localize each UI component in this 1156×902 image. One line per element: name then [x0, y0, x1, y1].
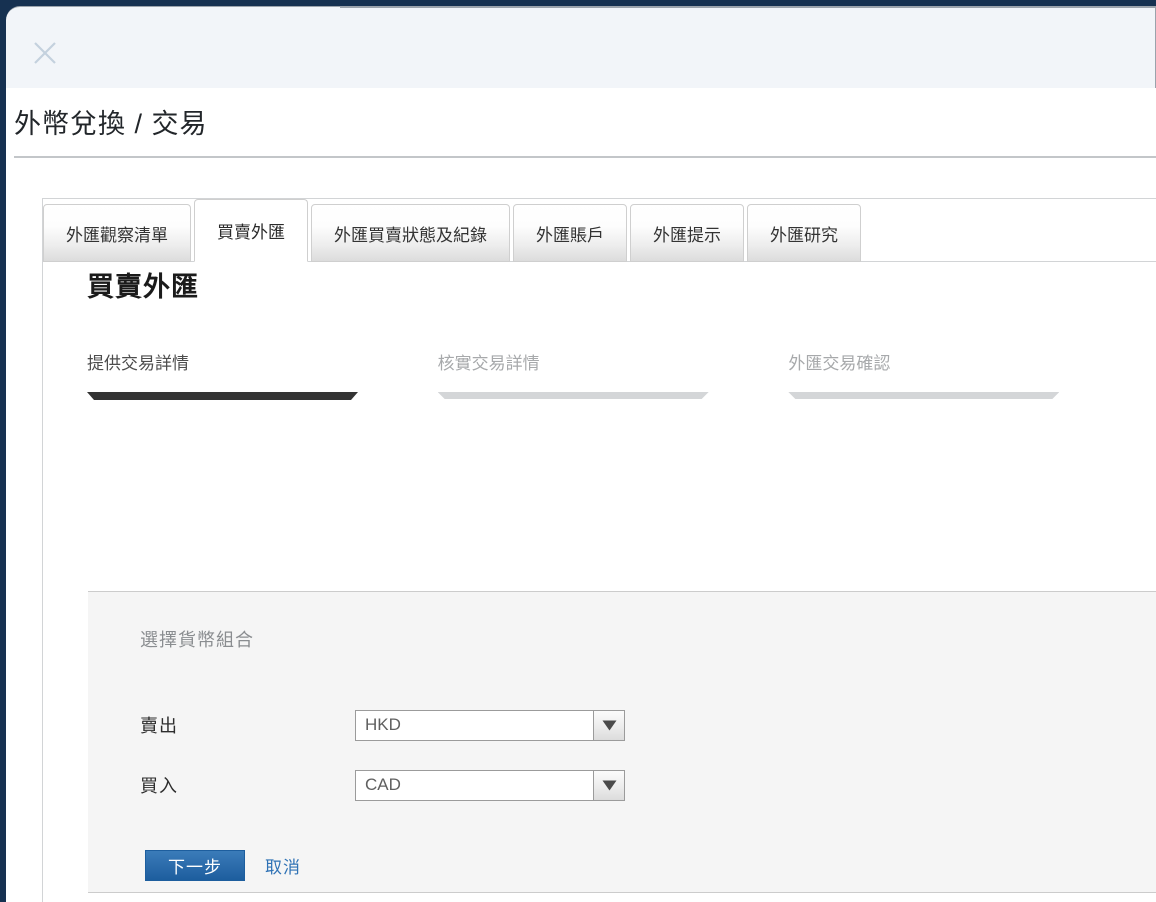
form-row-sell: 賣出 HKD — [140, 709, 625, 741]
step-progress-bar — [438, 392, 709, 399]
tab-label: 外匯賬戶 — [536, 225, 604, 245]
page-body: 外幣兌換 / 交易 外匯觀察清單 買賣外匯 外匯買賣狀態及紀錄 外匯賬戶 外匯提… — [6, 88, 1156, 902]
tab-fx-trade[interactable]: 買賣外匯 — [194, 199, 308, 262]
tab-fx-accounts[interactable]: 外匯賬戶 — [513, 204, 627, 262]
buy-currency-select[interactable]: CAD — [355, 769, 625, 801]
tab-fx-alerts[interactable]: 外匯提示 — [630, 204, 744, 262]
application-window: 外幣兌換 / 交易 外匯觀察清單 買賣外匯 外匯買賣狀態及紀錄 外匯賬戶 外匯提… — [0, 0, 1156, 902]
step-label: 提供交易詳情 — [87, 354, 189, 373]
sell-currency-select[interactable]: HKD — [355, 709, 625, 741]
tab-label: 買賣外匯 — [217, 223, 285, 242]
step-progress-bar — [788, 392, 1059, 399]
section-heading: 買賣外匯 — [87, 272, 199, 302]
step-verify-details: 核實交易詳情 — [437, 349, 789, 400]
step-progress-bar — [87, 392, 358, 400]
form-actions: 下一步 取消 — [145, 850, 301, 881]
step-confirmation: 外匯交易確認 — [788, 349, 1139, 400]
form-section-title: 選擇貨幣組合 — [140, 630, 254, 650]
tab-label: 外匯研究 — [770, 225, 838, 245]
currency-pair-form: 選擇貨幣組合 賣出 HKD 買入 CAD 下一步 取消 — [88, 591, 1156, 893]
step-provide-details: 提供交易詳情 — [87, 349, 438, 400]
tab-fx-research[interactable]: 外匯研究 — [747, 204, 861, 262]
form-row-buy: 買入 CAD — [140, 769, 625, 801]
title-divider — [14, 156, 1156, 158]
chevron-down-icon[interactable] — [593, 710, 624, 740]
step-label: 核實交易詳情 — [437, 354, 540, 373]
cancel-link[interactable]: 取消 — [265, 853, 301, 878]
close-icon[interactable] — [32, 40, 58, 66]
tab-bar: 外匯觀察清單 買賣外匯 外匯買賣狀態及紀錄 外匯賬戶 外匯提示 外匯研究 — [43, 199, 1156, 262]
buy-label: 買入 — [140, 776, 178, 796]
sell-currency-value: HKD — [356, 710, 593, 740]
progress-stepper: 提供交易詳情 核實交易詳情 外匯交易確認 — [87, 349, 1139, 400]
content-panel: 外匯觀察清單 買賣外匯 外匯買賣狀態及紀錄 外匯賬戶 外匯提示 外匯研究 買賣外… — [42, 198, 1156, 902]
page-title: 外幣兌換 / 交易 — [14, 109, 208, 139]
window-header-bar — [6, 6, 1156, 88]
tab-fx-order-status-history[interactable]: 外匯買賣狀態及紀錄 — [311, 204, 510, 262]
tab-fx-watchlist[interactable]: 外匯觀察清單 — [43, 204, 191, 262]
chevron-down-icon[interactable] — [593, 770, 624, 800]
next-step-button[interactable]: 下一步 — [145, 850, 245, 881]
tab-label: 外匯觀察清單 — [66, 225, 168, 245]
tab-label: 外匯買賣狀態及紀錄 — [334, 225, 487, 245]
step-label: 外匯交易確認 — [788, 354, 891, 373]
buy-currency-value: CAD — [356, 770, 593, 800]
sell-label: 賣出 — [140, 716, 178, 736]
tab-label: 外匯提示 — [653, 225, 721, 245]
